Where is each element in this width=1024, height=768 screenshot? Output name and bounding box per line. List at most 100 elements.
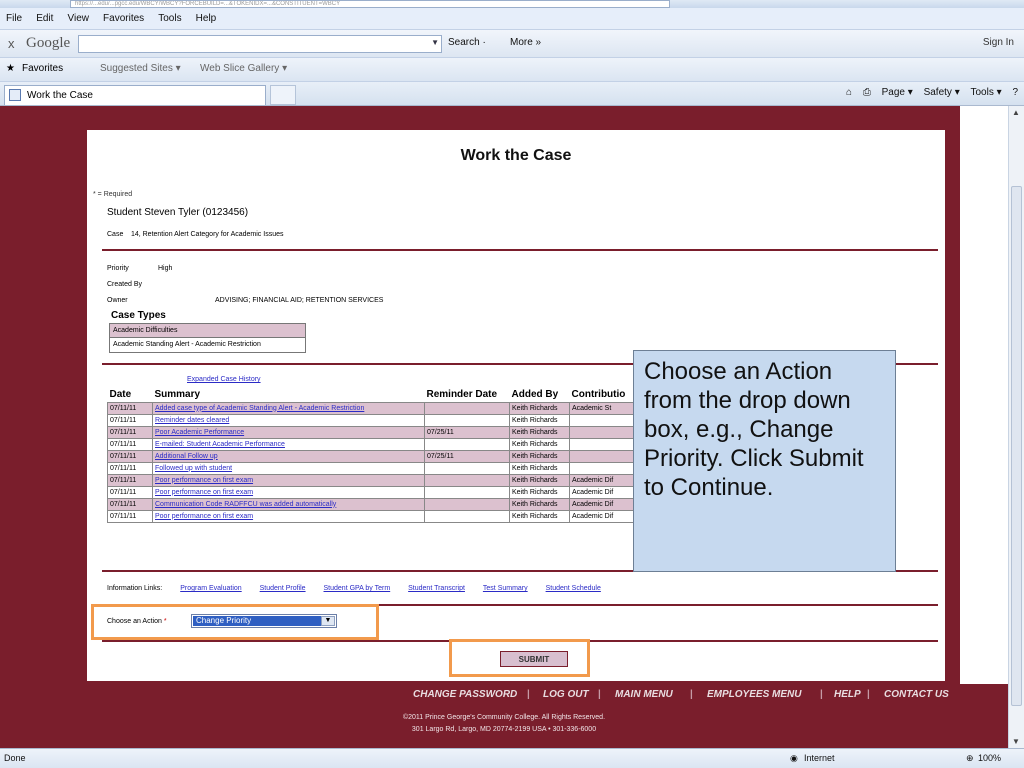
date-cell: 07/11/11 xyxy=(107,449,153,463)
summary-link[interactable]: Added case type of Academic Standing Ale… xyxy=(155,405,364,412)
summary-cell: Poor performance on first exam xyxy=(152,485,425,499)
home-icon[interactable]: ⌂ xyxy=(846,87,852,98)
address-bar[interactable]: https://...edu/...pgcc.edu/WBCY/WBCY?FOR… xyxy=(70,0,670,8)
case-line: Case 14, Retention Alert Category for Ac… xyxy=(107,231,283,238)
created-by-label: Created By xyxy=(107,281,143,288)
menu-edit[interactable]: Edit xyxy=(30,8,58,24)
information-links-label: Information Links: xyxy=(107,585,163,592)
summary-cell: Additional Follow up xyxy=(152,449,425,463)
owner-value: ADVISING; FINANCIAL AID; RETENTION SERVI… xyxy=(215,297,384,304)
added-by-cell: Keith Richards xyxy=(509,473,570,487)
case-types-heading: Case Types xyxy=(111,310,166,321)
link-student-schedule[interactable]: Student Schedule xyxy=(546,585,601,592)
google-more-button[interactable]: More » xyxy=(510,37,541,48)
help-link[interactable]: HELP xyxy=(834,689,861,700)
added-by-cell: Keith Richards xyxy=(509,413,570,427)
added-by-cell: Keith Richards xyxy=(509,509,570,523)
menu-file[interactable]: File xyxy=(0,8,27,24)
new-tab-button[interactable] xyxy=(270,85,296,105)
command-bar: ⌂ ⎙ Page ▾ Safety ▾ Tools ▾ ? xyxy=(838,87,1018,98)
table-row: 07/11/11 Added case type of Academic Stan… xyxy=(107,401,660,415)
link-student-gpa-by-term[interactable]: Student GPA by Term xyxy=(324,585,391,592)
scroll-up-icon[interactable]: ▲ xyxy=(1012,108,1020,117)
tools-menu[interactable]: Tools ▾ xyxy=(971,87,1002,98)
case-type-item: Academic Standing Alert - Academic Restr… xyxy=(113,341,261,348)
menu-favorites[interactable]: Favorites xyxy=(97,8,149,24)
zoom-level[interactable]: 100% xyxy=(978,753,1001,763)
summary-link[interactable]: Poor performance on first exam xyxy=(155,513,253,520)
footer-nav: CHANGE PASSWORD | LOG OUT | MAIN MENU | … xyxy=(0,684,1008,706)
menu-view[interactable]: View xyxy=(61,8,94,24)
tab-work-the-case[interactable]: Work the Case xyxy=(4,85,266,105)
summary-link[interactable]: Followed up with student xyxy=(155,465,232,472)
employees-menu-link[interactable]: EMPLOYEES MENU xyxy=(707,689,801,700)
case-label: Case xyxy=(107,231,124,238)
date-cell: 07/11/11 xyxy=(107,473,153,487)
summary-link[interactable]: E-mailed: Student Academic Performance xyxy=(155,441,285,448)
summary-link[interactable]: Additional Follow up xyxy=(155,453,218,460)
google-search-input[interactable]: ▼ xyxy=(78,35,442,53)
case-history-table: Date Summary Reminder Date Added By Cont… xyxy=(107,388,660,523)
main-menu-link[interactable]: MAIN MENU xyxy=(615,689,673,700)
col-reminder-date: Reminder Date xyxy=(426,389,498,401)
date-cell: 07/11/11 xyxy=(107,485,153,499)
reminder-cell xyxy=(424,473,510,487)
table-row: 07/11/11 Poor Academic Performance 07/25/1… xyxy=(107,425,660,439)
reminder-cell xyxy=(424,413,510,427)
contact-us-link[interactable]: CONTACT US xyxy=(884,689,949,700)
menu-tools[interactable]: Tools xyxy=(152,8,186,24)
link-program-evaluation[interactable]: Program Evaluation xyxy=(180,585,241,592)
summary-link[interactable]: Communication Code RADFFCU was added aut… xyxy=(155,501,336,508)
col-date: Date xyxy=(109,389,132,401)
summary-link[interactable]: Reminder dates cleared xyxy=(155,417,229,424)
link-student-transcript[interactable]: Student Transcript xyxy=(408,585,465,592)
summary-link[interactable]: Poor Academic Performance xyxy=(155,429,244,436)
added-by-cell: Keith Richards xyxy=(509,437,570,451)
sign-in-button[interactable]: Sign In xyxy=(983,37,1014,48)
required-note: * = Required xyxy=(93,191,133,198)
reminder-cell xyxy=(424,509,510,523)
google-toolbar: x Google ▼ Search · More » Sign In xyxy=(0,30,1024,58)
added-by-cell: Keith Richards xyxy=(509,497,570,511)
student-name: Student Steven Tyler (0123456) xyxy=(107,207,249,218)
suggested-sites-link[interactable]: Suggested Sites ▾ xyxy=(100,63,181,74)
scroll-down-icon[interactable]: ▼ xyxy=(1012,737,1020,746)
vertical-scrollbar[interactable]: ▲ ▼ xyxy=(1008,106,1024,748)
summary-link[interactable]: Poor performance on first exam xyxy=(155,489,253,496)
table-row: 07/11/11 Followed up with student Keith Ri… xyxy=(107,461,660,475)
help-icon[interactable]: ? xyxy=(1012,87,1018,98)
page-menu[interactable]: Page ▾ xyxy=(882,87,913,98)
log-out-link[interactable]: LOG OUT xyxy=(543,689,589,700)
summary-link[interactable]: Poor performance on first exam xyxy=(155,477,253,484)
expanded-case-history-link[interactable]: Expanded Case History xyxy=(187,376,261,383)
print-icon[interactable]: ⎙ xyxy=(863,87,871,98)
nav-separator: | xyxy=(527,689,530,700)
security-zone: Internet xyxy=(804,753,835,763)
favorites-button[interactable]: Favorites xyxy=(22,63,63,74)
nav-separator: | xyxy=(598,689,601,700)
reminder-cell xyxy=(424,437,510,451)
globe-icon: ◉ xyxy=(790,753,798,763)
google-logo: Google xyxy=(26,35,71,51)
summary-cell: Reminder dates cleared xyxy=(152,413,425,427)
table-row: 07/11/11 E-mailed: Student Academic Perfo… xyxy=(107,437,660,451)
change-password-link[interactable]: CHANGE PASSWORD xyxy=(413,689,517,700)
link-test-summary[interactable]: Test Summary xyxy=(483,585,528,592)
close-toolbar-icon[interactable]: x xyxy=(8,36,15,51)
chevron-down-icon[interactable]: ▼ xyxy=(431,38,439,47)
scroll-thumb[interactable] xyxy=(1011,186,1022,706)
tab-bar: Work the Case ⌂ ⎙ Page ▾ Safety ▾ Tools … xyxy=(0,82,1024,106)
zoom-icon[interactable]: ⊕ xyxy=(966,753,974,764)
case-value: 14, Retention Alert Category for Academi… xyxy=(130,231,284,238)
safety-menu[interactable]: Safety ▾ xyxy=(924,87,960,98)
summary-cell: Followed up with student xyxy=(152,461,425,475)
col-added-by: Added By xyxy=(511,389,559,401)
address-text: 301 Largo Rd, Largo, MD 20774-2199 USA •… xyxy=(411,726,597,733)
title-bar: https://...edu/...pgcc.edu/WBCY/WBCY?FOR… xyxy=(0,0,1024,8)
google-search-button[interactable]: Search · xyxy=(448,37,486,48)
favorites-bar: ★ Favorites Suggested Sites ▾ Web Slice … xyxy=(0,58,1024,82)
link-student-profile[interactable]: Student Profile xyxy=(260,585,306,592)
menu-help[interactable]: Help xyxy=(190,8,222,24)
web-slice-gallery-link[interactable]: Web Slice Gallery ▾ xyxy=(200,63,287,74)
added-by-cell: Keith Richards xyxy=(509,449,570,463)
